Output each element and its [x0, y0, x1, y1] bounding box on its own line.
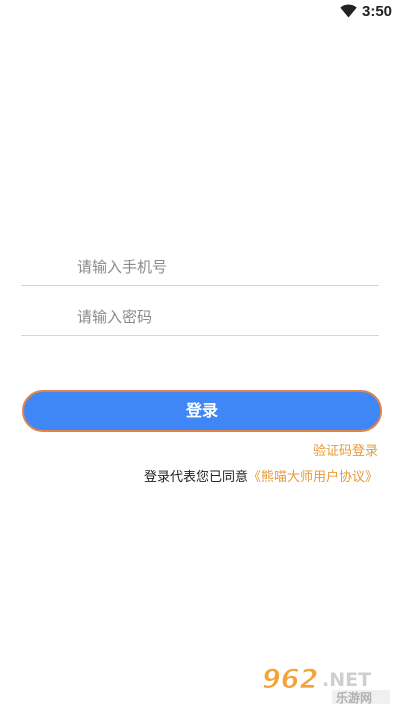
status-time: 3:50 — [362, 3, 393, 20]
password-field — [21, 299, 379, 336]
watermark-logo: 962 .NET 乐游网 — [262, 664, 390, 705]
wifi-icon — [340, 4, 357, 18]
login-button[interactable]: 登录 — [22, 390, 382, 432]
status-bar: 3:50 — [0, 0, 400, 24]
sms-login-link[interactable]: 验证码登录 — [313, 440, 378, 459]
svg-text:962: 962 — [262, 664, 318, 695]
user-agreement-link[interactable]: 《熊喵大师用户协议》 — [248, 470, 378, 485]
agreement-prefix: 登录代表您已同意 — [143, 470, 248, 485]
phone-input[interactable] — [77, 255, 367, 279]
svg-text:乐游网: 乐游网 — [336, 690, 372, 705]
svg-text:.NET: .NET — [322, 669, 371, 691]
agreement-notice: 登录代表您已同意《熊喵大师用户协议》 — [144, 466, 378, 485]
phone-field — [21, 249, 379, 286]
password-input[interactable] — [77, 305, 367, 329]
